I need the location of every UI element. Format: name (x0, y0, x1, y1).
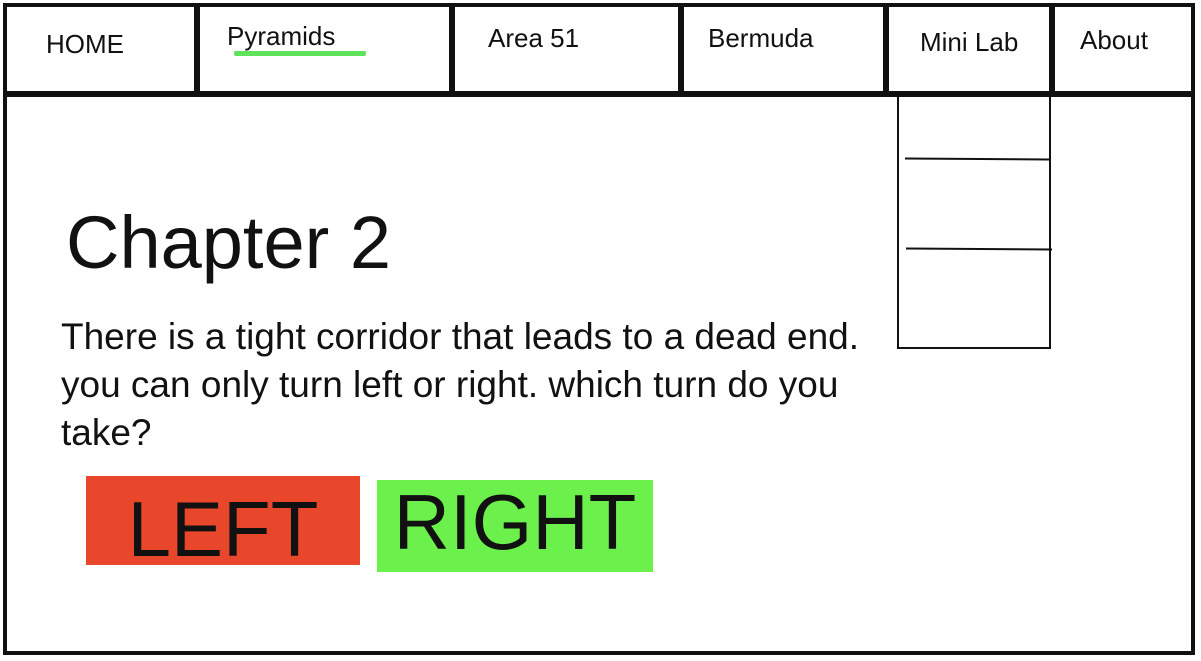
nav-item-area-51[interactable]: Area 51 (455, 3, 678, 91)
mini-lab-dropdown (897, 95, 1053, 349)
nav-item-mini-lab[interactable]: Mini Lab (889, 3, 1049, 91)
story-text: There is a tight corridor that leads to … (61, 316, 860, 453)
left-choice-button[interactable]: LEFT (86, 476, 360, 573)
top-navigation: HOME Pyramids Area 51 Bermuda Mini Lab A… (3, 3, 1195, 97)
active-tab-underline (234, 51, 366, 56)
nav-item-pyramids[interactable]: Pyramids (200, 3, 450, 91)
dropdown-item[interactable] (899, 97, 1049, 158)
dropdown-item[interactable] (899, 250, 1049, 347)
nav-item-bermuda[interactable]: Bermuda (684, 3, 884, 91)
chapter-title: Chapter 2 (66, 201, 391, 284)
nav-item-label: Bermuda (708, 23, 814, 53)
nav-item-label: Area 51 (488, 23, 580, 53)
right-choice-label: RIGHT (393, 478, 637, 566)
nav-item-label: Mini Lab (920, 27, 1019, 57)
nav-item-label: HOME (46, 29, 124, 59)
dropdown-item[interactable] (899, 160, 1049, 248)
nav-item-label: Pyramids (227, 21, 336, 51)
left-choice-label: LEFT (127, 484, 319, 573)
nav-item-home[interactable]: HOME (3, 3, 195, 91)
nav-item-about[interactable]: About (1055, 3, 1195, 91)
right-choice-button[interactable]: RIGHT (377, 480, 653, 572)
nav-item-label: About (1080, 25, 1148, 55)
